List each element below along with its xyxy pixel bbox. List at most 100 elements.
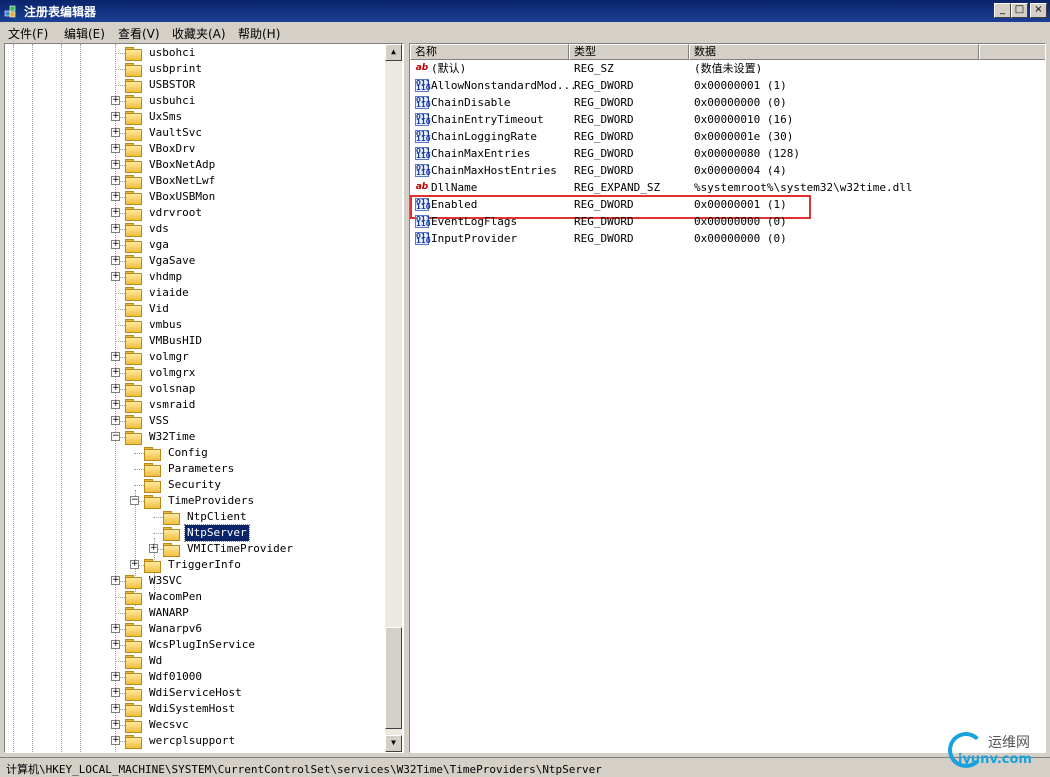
tree-node-label[interactable]: usbprint [147,61,204,77]
tree-node-label[interactable]: Wd [147,653,164,669]
value-row[interactable]: 011 110 ChainDisable REG_DWORD 0x00000000 (0… [410,94,1030,111]
tree-node[interactable]: + Wdf01000 [5,669,385,685]
tree-node-label[interactable]: vds [147,221,171,237]
expand-icon[interactable]: + [111,736,120,745]
expand-icon[interactable]: + [111,416,120,425]
tree-node-label[interactable]: volmgr [147,349,191,365]
expand-icon[interactable]: + [111,352,120,361]
tree-node-label[interactable]: Security [166,477,223,493]
tree-node-label[interactable]: WcsPlugInService [147,637,257,653]
menu-help[interactable]: 帮助(H) [238,25,280,42]
tree-node-label[interactable]: NtpClient [185,509,249,525]
scroll-up-button[interactable]: ▲ [385,44,402,61]
value-row[interactable]: 011 110 EventLogFlags REG_DWORD 0x00000000 (… [410,213,1030,230]
scroll-thumb[interactable] [385,627,402,729]
tree-node-label[interactable]: W3SVC [147,573,184,589]
expand-icon[interactable]: + [111,672,120,681]
tree-node-label[interactable]: VBoxNetLwf [147,173,217,189]
expand-icon[interactable]: + [111,400,120,409]
tree-node[interactable]: + usbuhci [5,93,385,109]
tree-node-label[interactable]: USBSTOR [147,77,197,93]
expand-icon[interactable]: + [111,96,120,105]
tree-node-label[interactable]: TriggerInfo [166,557,243,573]
column-header-data[interactable]: 数据 [689,44,979,60]
tree-node[interactable]: + WdiServiceHost [5,685,385,701]
tree-node-label[interactable]: VSS [147,413,171,429]
expand-icon[interactable]: + [111,624,120,633]
menu-view[interactable]: 查看(V) [118,25,160,42]
menu-favorites[interactable]: 收藏夹(A) [172,25,226,42]
tree-node[interactable]: + VaultSvc [5,125,385,141]
expand-icon[interactable]: + [111,112,120,121]
tree-node[interactable]: Wd [5,653,385,669]
tree-node[interactable]: + VBoxDrv [5,141,385,157]
tree-node-label[interactable]: Vid [147,301,171,317]
tree-node[interactable]: Vid [5,301,385,317]
column-header-type[interactable]: 类型 [569,44,689,60]
tree-node[interactable]: + vga [5,237,385,253]
minimize-button[interactable]: _ [994,3,1011,18]
tree-node[interactable]: WacomPen [5,589,385,605]
expand-icon[interactable]: + [111,688,120,697]
tree-node-label[interactable]: WANARP [147,605,191,621]
expand-icon[interactable]: + [111,368,120,377]
tree-node[interactable]: + VBoxNetLwf [5,173,385,189]
menu-edit[interactable]: 编辑(E) [64,25,105,42]
expand-icon[interactable]: + [111,224,120,233]
tree-node[interactable]: + volmgrx [5,365,385,381]
value-row[interactable]: 011 110 AllowNonstandardMod... REG_DWORD 0x0… [410,77,1030,94]
tree-node[interactable]: + WcsPlugInService [5,637,385,653]
tree-node-label[interactable]: vmbus [147,317,184,333]
expand-icon[interactable]: + [111,384,120,393]
tree-node-label[interactable]: vsmraid [147,397,197,413]
tree-node[interactable]: usbohci [5,45,385,61]
tree-node[interactable]: − TimeProviders [5,493,385,509]
tree-node[interactable]: viaide [5,285,385,301]
tree-node[interactable]: + volsnap [5,381,385,397]
expand-icon[interactable]: + [111,256,120,265]
tree-node[interactable]: + VMICTimeProvider [5,541,385,557]
tree-node[interactable]: + wercplsupport [5,733,385,749]
value-row[interactable]: ab DllName REG_EXPAND_SZ %systemroot%\syste… [410,179,1030,196]
value-row[interactable]: 011 110 ChainMaxEntries REG_DWORD 0x00000080… [410,145,1030,162]
tree-node[interactable]: + vhdmp [5,269,385,285]
value-row[interactable]: 011 110 ChainEntryTimeout REG_DWORD 0x000000… [410,111,1030,128]
expand-icon[interactable]: + [111,128,120,137]
expand-icon[interactable]: + [111,720,120,729]
tree-node[interactable]: + UxSms [5,109,385,125]
collapse-icon[interactable]: − [130,496,139,505]
tree-node[interactable]: + Wanarpv6 [5,621,385,637]
tree-node-label[interactable]: VgaSave [147,253,197,269]
tree-node[interactable]: NtpServer [5,524,385,542]
expand-icon[interactable]: + [111,240,120,249]
tree-node[interactable]: usbprint [5,61,385,77]
expand-icon[interactable]: + [111,704,120,713]
tree-node[interactable]: VMBusHID [5,333,385,349]
tree-node-label[interactable]: VMICTimeProvider [185,541,295,557]
tree-node-label[interactable]: volmgrx [147,365,197,381]
column-header-name[interactable]: 名称 [410,44,569,60]
value-row[interactable]: 011 110 ChainLoggingRate REG_DWORD 0x0000001… [410,128,1030,145]
value-row[interactable]: 011 110 ChainMaxHostEntries REG_DWORD 0x0000… [410,162,1030,179]
expand-icon[interactable]: + [149,544,158,553]
tree-node[interactable]: + vdrvroot [5,205,385,221]
scroll-down-button[interactable]: ▼ [385,735,402,752]
tree-node[interactable]: Parameters [5,461,385,477]
tree-node[interactable]: vmbus [5,317,385,333]
tree-node[interactable]: + TriggerInfo [5,557,385,573]
tree-node-label[interactable]: TimeProviders [166,493,256,509]
tree-node-label[interactable]: Wecsvc [147,717,191,733]
tree-node[interactable]: + VBoxNetAdp [5,157,385,173]
tree-node[interactable]: + W3SVC [5,573,385,589]
collapse-icon[interactable]: − [111,432,120,441]
expand-icon[interactable]: + [111,576,120,585]
tree-node[interactable]: + vds [5,221,385,237]
value-row[interactable]: ab (默认) REG_SZ (数值未设置) [410,60,1030,77]
tree-node-label[interactable]: usbohci [147,45,197,61]
tree-scrollbar[interactable]: ▲ ▼ [385,44,402,752]
menu-file[interactable]: 文件(F) [8,25,48,42]
tree-node[interactable]: WANARP [5,605,385,621]
tree-node-label[interactable]: usbuhci [147,93,197,109]
registry-key-tree[interactable]: usbohci usbprint USBSTOR + usbuhci + UxSms + Vau… [4,43,404,753]
expand-icon[interactable]: + [111,208,120,217]
